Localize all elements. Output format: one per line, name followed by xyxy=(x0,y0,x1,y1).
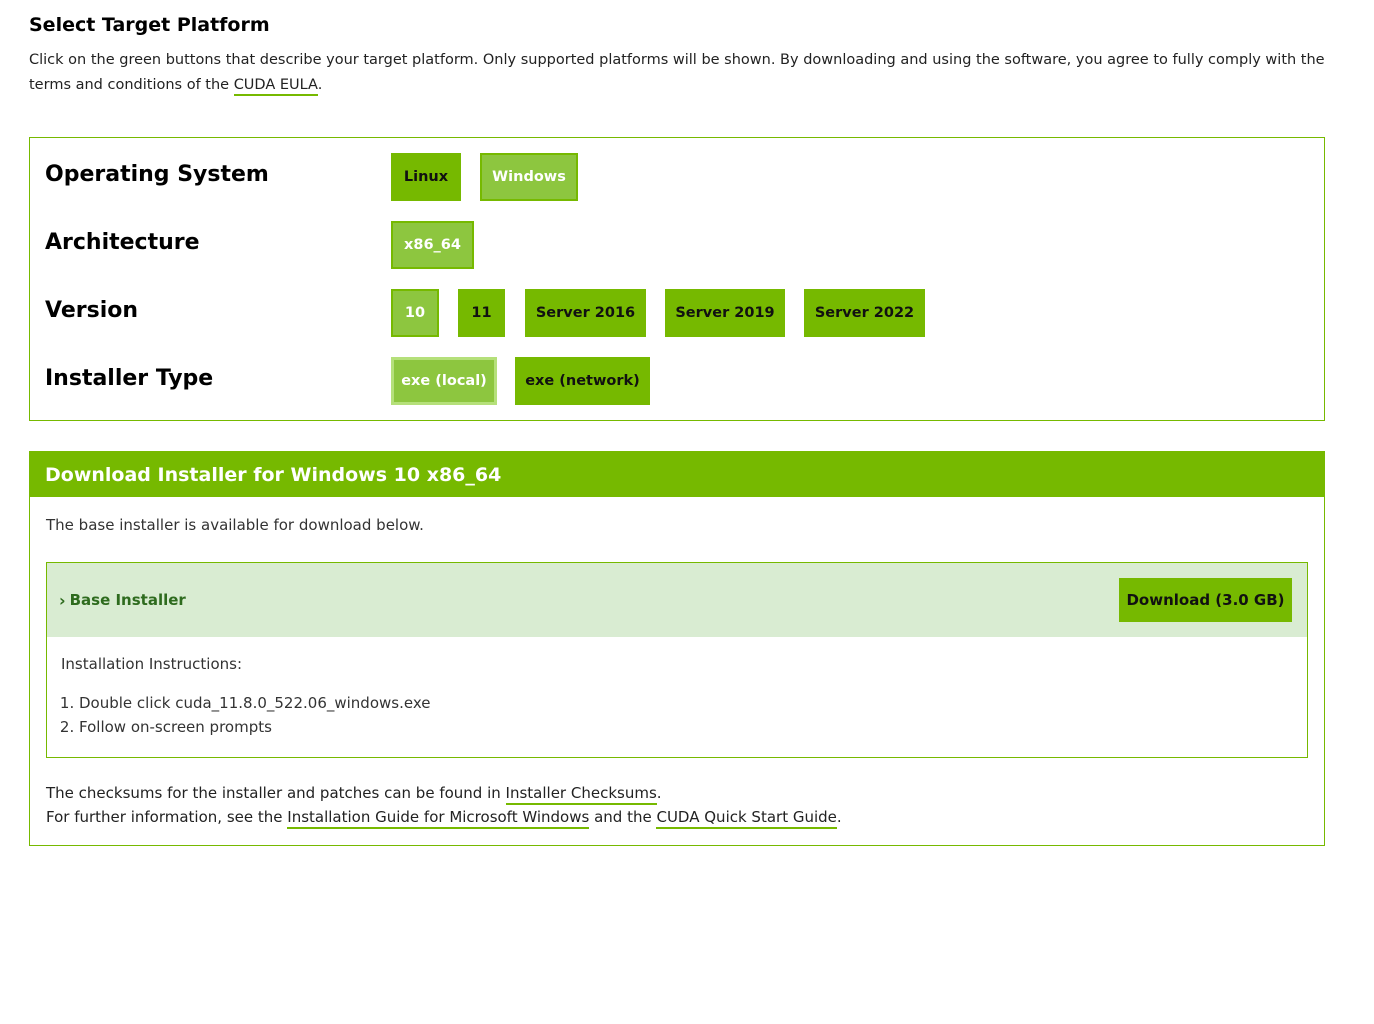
quick-start-guide-link[interactable]: CUDA Quick Start Guide xyxy=(656,808,837,829)
version-server-2019-button[interactable]: Server 2019 xyxy=(665,289,785,337)
version-server-2022-button[interactable]: Server 2022 xyxy=(804,289,925,337)
installer-type-label: Installer Type xyxy=(45,366,214,391)
instructions-list: Double click cuda_11.8.0_522.06_windows.… xyxy=(61,691,1293,739)
installation-guide-link[interactable]: Installation Guide for Microsoft Windows xyxy=(287,808,590,829)
version-server-2016-button[interactable]: Server 2016 xyxy=(525,289,646,337)
download-footer: The checksums for the installer and patc… xyxy=(46,781,842,829)
os-linux-button[interactable]: Linux xyxy=(391,153,461,201)
installer-exe-local-button[interactable]: exe (local) xyxy=(391,357,497,405)
version-label: Version xyxy=(45,298,139,323)
os-label: Operating System xyxy=(45,162,269,187)
installer-exe-network-button[interactable]: exe (network) xyxy=(515,357,650,405)
arch-x86-64-button[interactable]: x86_64 xyxy=(391,221,474,269)
further-info-line: For further information, see the Install… xyxy=(46,805,842,829)
cuda-eula-link[interactable]: CUDA EULA xyxy=(233,77,318,96)
os-windows-button[interactable]: Windows xyxy=(480,153,578,201)
page-title: Select Target Platform xyxy=(29,14,270,36)
instruction-step: Follow on-screen prompts xyxy=(79,715,1293,739)
download-subtitle: The base installer is available for down… xyxy=(46,516,424,534)
base-installer-header[interactable]: › Base Installer Download (3.0 GB) xyxy=(47,563,1307,637)
installation-instructions: Installation Instructions: Double click … xyxy=(47,637,1307,757)
checksums-line: The checksums for the installer and patc… xyxy=(46,781,842,805)
installer-checksums-link[interactable]: Installer Checksums xyxy=(505,784,657,805)
intro-end: . xyxy=(317,77,323,93)
download-panel-header: Download Installer for Windows 10 x86_64 xyxy=(30,452,1324,497)
intro-text: Click on the green buttons that describe… xyxy=(29,52,1325,93)
further-info-mid: and the xyxy=(594,808,652,826)
base-installer-section: › Base Installer Download (3.0 GB) Insta… xyxy=(46,562,1308,758)
platform-selector: Operating System Linux Windows Architect… xyxy=(29,137,1325,421)
download-button[interactable]: Download (3.0 GB) xyxy=(1119,578,1292,622)
intro-paragraph: Click on the green buttons that describe… xyxy=(29,48,1329,98)
instruction-step: Double click cuda_11.8.0_522.06_windows.… xyxy=(79,691,1293,715)
version-10-button[interactable]: 10 xyxy=(391,289,439,337)
checksums-text: The checksums for the installer and patc… xyxy=(46,784,501,802)
download-panel: Download Installer for Windows 10 x86_64… xyxy=(29,451,1325,846)
version-11-button[interactable]: 11 xyxy=(458,289,505,337)
base-installer-title[interactable]: Base Installer xyxy=(70,591,186,609)
chevron-right-icon[interactable]: › xyxy=(59,591,66,610)
further-info-end: . xyxy=(836,808,842,826)
checksums-end: . xyxy=(656,784,662,802)
arch-label: Architecture xyxy=(45,230,200,255)
instructions-label: Installation Instructions: xyxy=(61,655,242,673)
further-info-text: For further information, see the xyxy=(46,808,283,826)
